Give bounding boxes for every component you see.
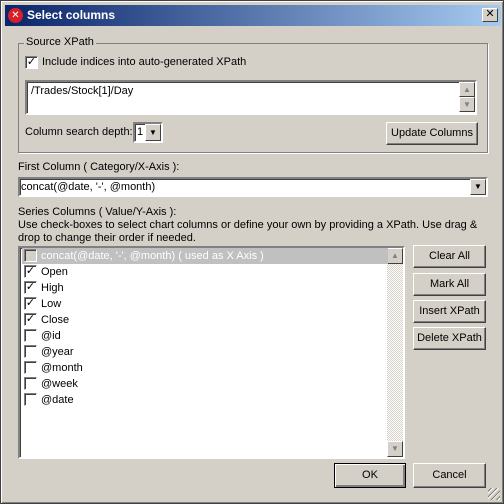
delete-xpath-button[interactable]: Delete XPath: [413, 327, 486, 350]
close-button[interactable]: ✕: [482, 8, 498, 22]
scrollbar-track[interactable]: [387, 264, 403, 441]
series-label: Series Columns ( Value/Y-Axis ):: [18, 206, 177, 218]
series-item-label: @year: [41, 346, 74, 358]
series-checkbox[interactable]: ✓: [24, 297, 37, 310]
list-item[interactable]: @date: [22, 392, 388, 408]
first-column-combo[interactable]: concat(@date, '-', @month) ▼: [18, 177, 488, 197]
series-item-label: Open: [41, 266, 68, 278]
series-item-label: @date: [41, 394, 74, 406]
title-bar: ✕ Select columns ✕: [5, 5, 501, 26]
series-checkbox[interactable]: [24, 393, 37, 406]
series-checkbox[interactable]: ✓: [24, 313, 37, 326]
chevron-down-icon[interactable]: ▼: [145, 124, 161, 141]
series-item-label: Low: [41, 298, 62, 310]
depth-label: Column search depth:: [25, 126, 133, 138]
series-checkbox[interactable]: [24, 361, 37, 374]
select-columns-dialog: ✕ Select columns ✕ Source XPath ✓ Includ…: [0, 0, 504, 504]
list-item[interactable]: @month: [22, 360, 388, 376]
series-checkbox[interactable]: [24, 377, 37, 390]
include-indices-checkbox[interactable]: ✓: [25, 56, 38, 69]
update-columns-button[interactable]: Update Columns: [386, 122, 478, 145]
list-item[interactable]: @id: [22, 328, 388, 344]
xpath-input[interactable]: /Trades/Stock[1]/Day ▲ ▼: [25, 80, 477, 115]
series-help-line2: drop to change their order if needed.: [18, 232, 196, 244]
series-item-label: @month: [41, 362, 83, 374]
clear-all-button[interactable]: Clear All: [413, 245, 486, 268]
series-item-label: @week: [41, 378, 78, 390]
first-column-value: concat(@date, '-', @month): [21, 181, 156, 193]
scroll-up-icon[interactable]: ▲: [387, 248, 403, 264]
cancel-button[interactable]: Cancel: [413, 463, 486, 488]
list-item[interactable]: @week: [22, 376, 388, 392]
first-column-label: First Column ( Category/X-Axis ):: [18, 161, 180, 173]
xpath-value: /Trades/Stock[1]/Day: [31, 85, 134, 97]
scroll-down-icon[interactable]: ▼: [387, 441, 403, 457]
list-item[interactable]: ✓ High: [22, 280, 388, 296]
chevron-down-icon[interactable]: ▼: [470, 179, 486, 195]
list-item[interactable]: @year: [22, 344, 388, 360]
series-checkbox[interactable]: [24, 329, 37, 342]
series-checkbox[interactable]: [24, 345, 37, 358]
series-checkbox[interactable]: ✓: [24, 265, 37, 278]
depth-value: 1: [137, 126, 144, 138]
ok-button[interactable]: OK: [334, 463, 406, 488]
series-item-label: Close: [41, 314, 70, 326]
series-help-line1: Use check-boxes to select chart columns …: [18, 219, 478, 231]
dialog-title: Select columns: [27, 8, 116, 22]
scroll-up-icon[interactable]: ▲: [459, 82, 475, 97]
app-icon: ✕: [8, 8, 23, 23]
list-item[interactable]: ✓ Open: [22, 264, 388, 280]
list-item[interactable]: ✓ Close: [22, 312, 388, 328]
insert-xpath-button[interactable]: Insert XPath: [413, 300, 486, 323]
mark-all-button[interactable]: Mark All: [413, 273, 486, 296]
resize-grip-icon[interactable]: [488, 488, 500, 500]
depth-select[interactable]: 1 ▼: [133, 122, 163, 143]
list-item[interactable]: ✓ Low: [22, 296, 388, 312]
include-indices-label: Include indices into auto-generated XPat…: [42, 56, 247, 68]
scroll-down-icon[interactable]: ▼: [459, 97, 475, 112]
series-item-label: @id: [41, 330, 61, 342]
list-item[interactable]: concat(@date, '-', @month) ( used as X A…: [22, 248, 388, 264]
series-checkbox[interactable]: ✓: [24, 281, 37, 294]
source-xpath-legend: Source XPath: [24, 36, 96, 48]
series-list[interactable]: ▲ ▼ concat(@date, '-', @month) ( used as…: [18, 246, 405, 459]
series-checkbox: [24, 249, 37, 262]
series-item-label: High: [41, 282, 64, 294]
series-item-label: concat(@date, '-', @month) ( used as X A…: [41, 250, 264, 262]
